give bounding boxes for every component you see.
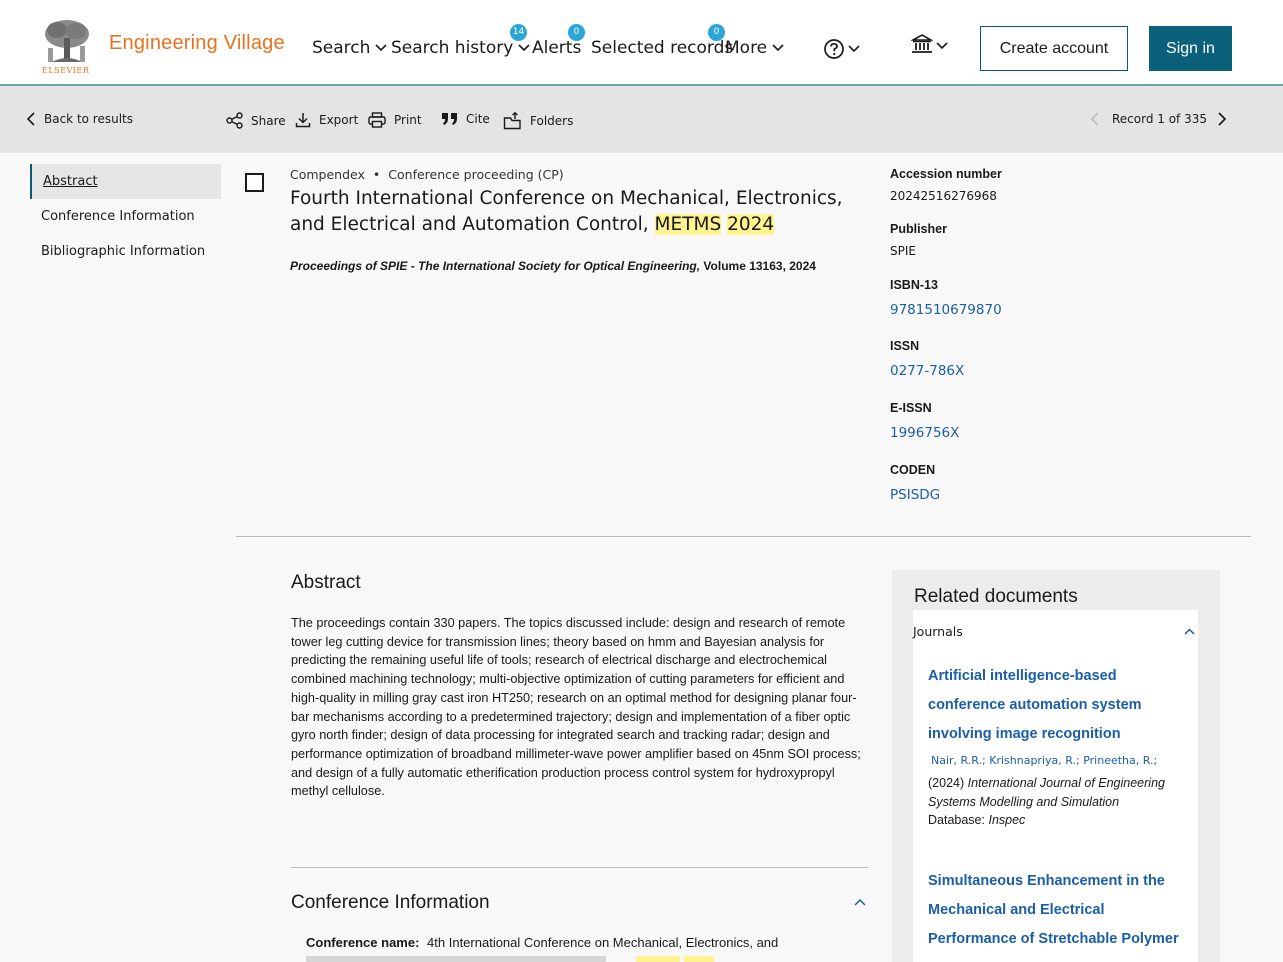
conference-information-heading[interactable]: Conference Information xyxy=(291,892,490,914)
nav-search[interactable]: Search xyxy=(312,38,387,58)
related-documents-heading: Related documents xyxy=(914,586,1078,607)
record-position: Record 1 of 335 xyxy=(1111,112,1207,126)
isbn-label: ISBN-13 xyxy=(890,278,938,292)
export-button[interactable]: Export xyxy=(295,112,358,128)
eissn-link[interactable]: 1996756X xyxy=(890,425,959,441)
issn-link[interactable]: 0277-786X xyxy=(890,363,964,379)
source-citation: Proceedings of SPIE - The International … xyxy=(290,259,816,273)
conference-name-label: Conference name: xyxy=(306,935,420,950)
conference-name-continuation xyxy=(306,956,806,962)
related-document-title-link[interactable]: Simultaneous Enhancement in the Mechanic… xyxy=(928,867,1188,954)
abstract-text: The proceedings contain 330 papers. The … xyxy=(291,616,861,799)
publisher-value: SPIE xyxy=(890,244,916,258)
sign-in-button[interactable]: Sign in xyxy=(1149,26,1232,71)
title-highlight-term: METMS xyxy=(654,214,722,235)
related-documents-card: Journals Artificial intelligence-based c… xyxy=(913,610,1198,962)
source-title: Proceedings of SPIE - The International … xyxy=(290,259,701,273)
sidebar-item-abstract[interactable]: Abstract xyxy=(30,164,221,199)
eissn-label: E-ISSN xyxy=(890,401,932,415)
folders-label: Folders xyxy=(530,114,574,128)
chevron-left-icon xyxy=(26,112,35,126)
sidebar-item-bibliographic-information[interactable]: Bibliographic Information xyxy=(30,234,221,269)
record-title: Fourth International Conference on Mecha… xyxy=(290,186,880,238)
coden-link[interactable]: PSISDG xyxy=(890,487,940,503)
record-pagination: Record 1 of 335 xyxy=(1090,112,1227,126)
publisher-label: Publisher xyxy=(890,222,947,236)
conference-name-value: 4th International Conference on Mechanic… xyxy=(427,935,779,950)
print-label: Print xyxy=(394,113,422,127)
back-to-results-link[interactable]: Back to results xyxy=(26,112,133,126)
elsevier-wordmark: ELSEVIER xyxy=(42,66,90,75)
quote-icon xyxy=(442,113,457,125)
chevron-down-icon xyxy=(518,44,530,52)
nav-more[interactable]: More xyxy=(725,38,784,58)
related-document-authors[interactable]: Nair, R.R.; Krishnapriya, R.; Prineetha,… xyxy=(931,754,1157,767)
related-document-details: (2024) International Journal of Engineer… xyxy=(928,774,1178,830)
chevron-down-icon xyxy=(375,44,387,52)
chevron-down-icon xyxy=(772,44,784,52)
section-divider xyxy=(291,867,868,868)
accession-number-value: 20242516276968 xyxy=(890,189,997,203)
share-label: Share xyxy=(251,113,286,128)
database-name: Compendex xyxy=(290,167,365,182)
selected-records-count-badge: 0 xyxy=(708,24,725,41)
cite-button[interactable]: Cite xyxy=(441,112,490,126)
separator-dot: • xyxy=(372,167,381,182)
related-document-database-label: Database: xyxy=(928,813,985,827)
source-volume: Volume 13163, 2024 xyxy=(700,259,816,273)
share-icon xyxy=(226,112,243,129)
accession-number-label: Accession number xyxy=(890,167,1002,181)
coden-label: CODEN xyxy=(890,463,936,477)
cite-label: Cite xyxy=(466,112,490,126)
chevron-down-icon[interactable] xyxy=(936,42,948,50)
record-meta: Compendex • Conference proceeding (CP) xyxy=(290,167,564,182)
nav-more-label: More xyxy=(725,38,768,58)
printer-icon xyxy=(368,112,386,128)
related-document-year: (2024) xyxy=(928,776,965,790)
download-icon xyxy=(295,113,311,128)
title-highlight-term: 2024 xyxy=(727,214,775,235)
related-document-database-value: Inspec xyxy=(988,813,1026,827)
chevron-up-icon[interactable] xyxy=(854,898,866,906)
nav-selected-records-label: Selected records xyxy=(591,38,734,58)
export-label: Export xyxy=(319,113,359,127)
chevron-down-icon[interactable] xyxy=(848,45,860,53)
section-divider xyxy=(236,536,1251,537)
related-document-journal: International Journal of Engineering Sys… xyxy=(928,776,1165,809)
nav-alerts-label: Alerts xyxy=(532,38,582,58)
abstract-heading: Abstract xyxy=(291,572,361,593)
help-question-icon[interactable] xyxy=(823,38,845,60)
chevron-up-icon[interactable] xyxy=(1184,628,1195,635)
brand-name[interactable]: Engineering Village xyxy=(109,32,285,55)
nav-alerts[interactable]: Alerts xyxy=(532,38,581,58)
related-document-title-link[interactable]: Artificial intelligence-based conference… xyxy=(928,662,1188,749)
print-button[interactable]: Print xyxy=(368,112,422,128)
nav-search-label: Search xyxy=(312,38,371,58)
share-button[interactable]: Share xyxy=(226,112,286,129)
search-history-count-badge: 14 xyxy=(510,24,527,41)
chevron-right-icon[interactable] xyxy=(1217,112,1227,126)
institution-icon[interactable] xyxy=(911,34,933,54)
alerts-count-badge: 0 xyxy=(568,24,585,41)
conference-name-row: Conference name: 4th International Confe… xyxy=(306,935,778,950)
create-account-button[interactable]: Create account xyxy=(980,26,1128,71)
isbn-link[interactable]: 9781510679870 xyxy=(890,302,1002,318)
record-toolbar: Back to results Share Export Print Cite … xyxy=(0,86,1283,153)
issn-label: ISSN xyxy=(890,339,920,353)
nav-search-history[interactable]: Search history xyxy=(391,38,530,58)
nav-selected-records[interactable]: Selected records xyxy=(591,38,733,58)
back-to-results-label: Back to results xyxy=(44,112,134,126)
top-header: ELSEVIER Engineering Village Search Sear… xyxy=(0,0,1283,86)
section-navigation: Abstract Conference Information Bibliogr… xyxy=(30,164,221,269)
folders-button[interactable]: Folders xyxy=(503,112,573,130)
document-type: Conference proceeding (CP) xyxy=(388,167,564,182)
sidebar-item-conference-information[interactable]: Conference Information xyxy=(30,199,221,234)
chevron-left-icon[interactable] xyxy=(1090,112,1100,126)
related-category-journals[interactable]: Journals xyxy=(913,624,963,639)
folder-add-icon xyxy=(503,112,521,130)
related-documents-panel: Related documents Journals Artificial in… xyxy=(892,570,1220,962)
select-record-checkbox[interactable] xyxy=(245,173,264,192)
nav-search-history-label: Search history xyxy=(391,38,514,58)
